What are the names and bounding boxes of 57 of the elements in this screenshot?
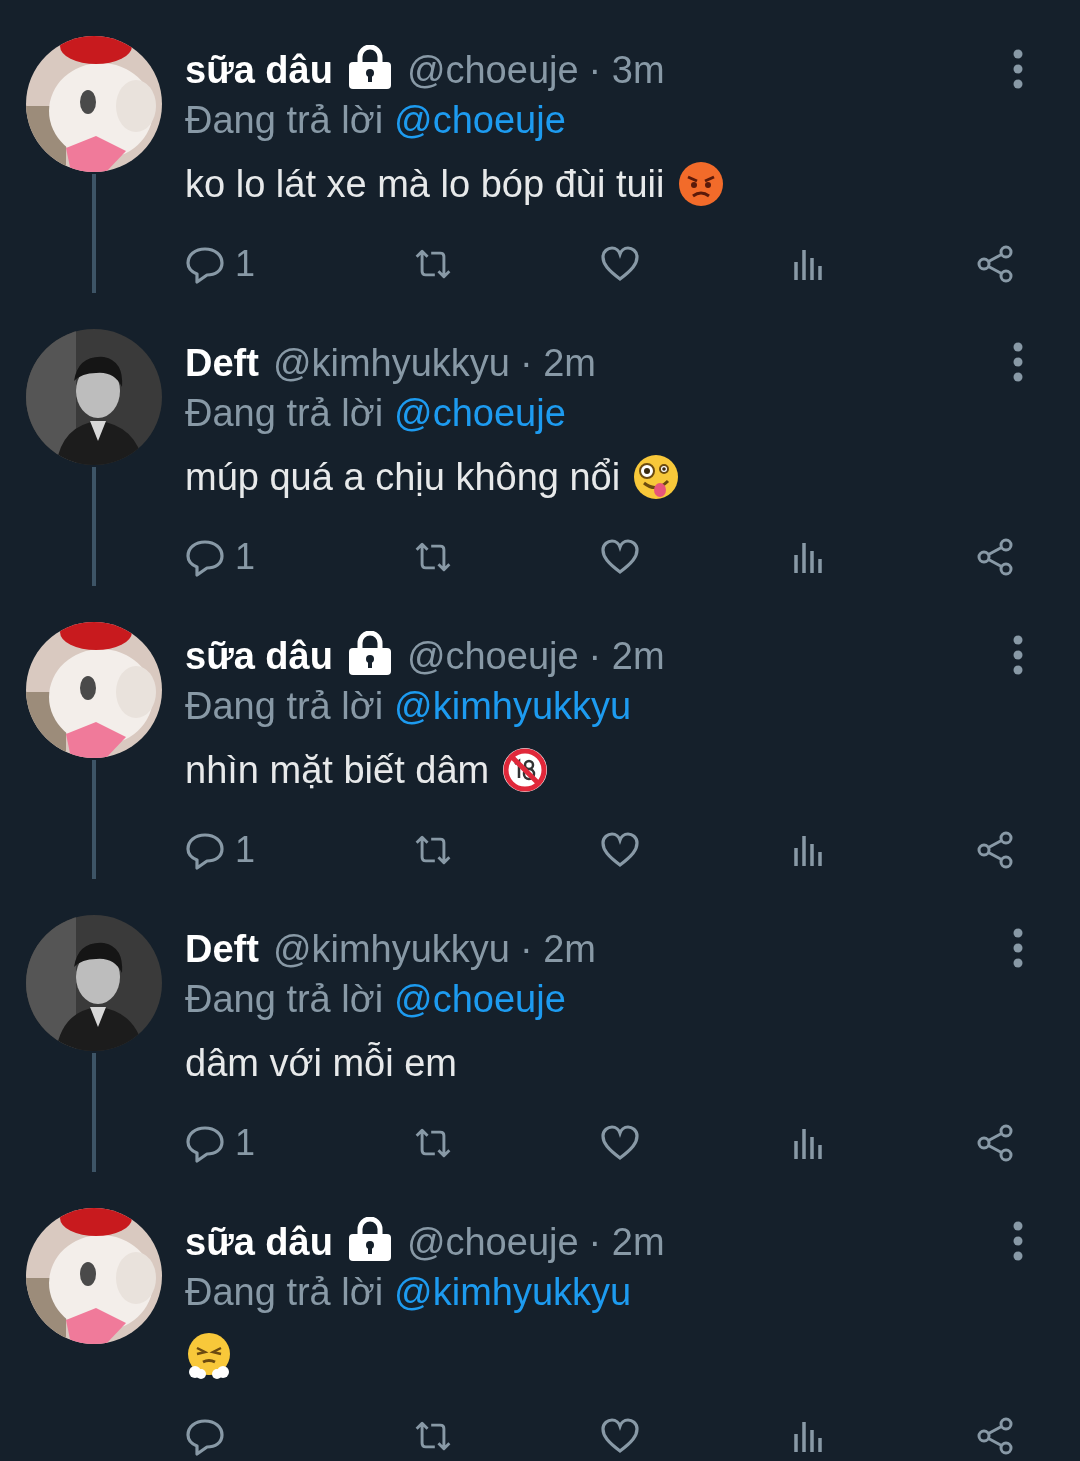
- more-icon[interactable]: [1012, 342, 1024, 382]
- mention-link[interactable]: @choeuje: [394, 977, 566, 1021]
- replying-label: Đang trả lời: [185, 977, 384, 1021]
- reply-count: 1: [235, 1122, 256, 1164]
- tweet-text: nhìn mặt biết dâm: [185, 748, 490, 792]
- reply-count: 1: [235, 829, 256, 871]
- share-icon[interactable]: [975, 537, 1015, 577]
- comment-icon[interactable]: [185, 244, 225, 284]
- no-under-eighteen-icon: [501, 746, 550, 794]
- comment-icon[interactable]: [185, 537, 225, 577]
- more-icon[interactable]: [1012, 635, 1024, 675]
- replying-label: Đang trả lời: [185, 1270, 384, 1314]
- user-handle[interactable]: @choeuje: [406, 48, 579, 92]
- mention-link[interactable]: @kimhyukkyu: [394, 684, 632, 728]
- heart-icon[interactable]: [600, 1416, 640, 1456]
- user-handle[interactable]: @choeuje: [406, 1220, 579, 1264]
- display-name[interactable]: sữa dâu: [185, 1220, 333, 1264]
- display-name[interactable]: sữa dâu: [185, 48, 333, 92]
- replying-label: Đang trả lời: [185, 684, 384, 728]
- heart-icon[interactable]: [600, 537, 640, 577]
- steaming-face-icon: [185, 1332, 233, 1380]
- comment-icon[interactable]: [185, 1416, 225, 1456]
- mention-link[interactable]: @choeuje: [394, 98, 566, 142]
- silly-face-icon: [632, 453, 681, 501]
- timestamp: · 2m: [588, 1220, 665, 1264]
- mention-link[interactable]: @kimhyukkyu: [394, 1270, 632, 1314]
- tweet-text: ko lo lát xe mà lo bóp đùi tuii: [185, 162, 665, 206]
- timestamp: · 2m: [519, 927, 596, 971]
- share-icon[interactable]: [975, 830, 1015, 870]
- reply-count: 1: [235, 536, 256, 578]
- more-icon[interactable]: [1012, 928, 1024, 968]
- heart-icon[interactable]: [600, 1123, 640, 1163]
- comment-icon[interactable]: [185, 1123, 225, 1163]
- mention-link[interactable]: @choeuje: [394, 391, 566, 435]
- timestamp: · 2m: [588, 634, 665, 678]
- comment-icon[interactable]: [185, 830, 225, 870]
- replying-label: Đang trả lời: [185, 391, 384, 435]
- share-icon[interactable]: [975, 1416, 1015, 1456]
- tweet-text: dâm với mỗi em: [185, 1041, 457, 1085]
- timestamp: · 3m: [588, 48, 665, 92]
- replying-label: Đang trả lời: [185, 98, 384, 142]
- heart-icon[interactable]: [600, 830, 640, 870]
- reply-count: 1: [235, 243, 256, 285]
- user-handle[interactable]: @kimhyukkyu: [272, 927, 510, 971]
- angry-face-icon: [676, 160, 725, 208]
- display-name[interactable]: sữa dâu: [185, 634, 333, 678]
- heart-icon[interactable]: [600, 244, 640, 284]
- user-handle[interactable]: @choeuje: [406, 634, 579, 678]
- tweet-text: múp quá a chịu không nổi: [185, 455, 621, 499]
- timestamp: · 2m: [519, 341, 596, 385]
- more-icon[interactable]: [1012, 1221, 1024, 1261]
- display-name[interactable]: Deft: [185, 341, 259, 385]
- share-icon[interactable]: [975, 244, 1015, 284]
- display-name[interactable]: Deft: [185, 927, 259, 971]
- share-icon[interactable]: [975, 1123, 1015, 1163]
- more-icon[interactable]: [1012, 49, 1024, 89]
- user-handle[interactable]: @kimhyukkyu: [272, 341, 510, 385]
